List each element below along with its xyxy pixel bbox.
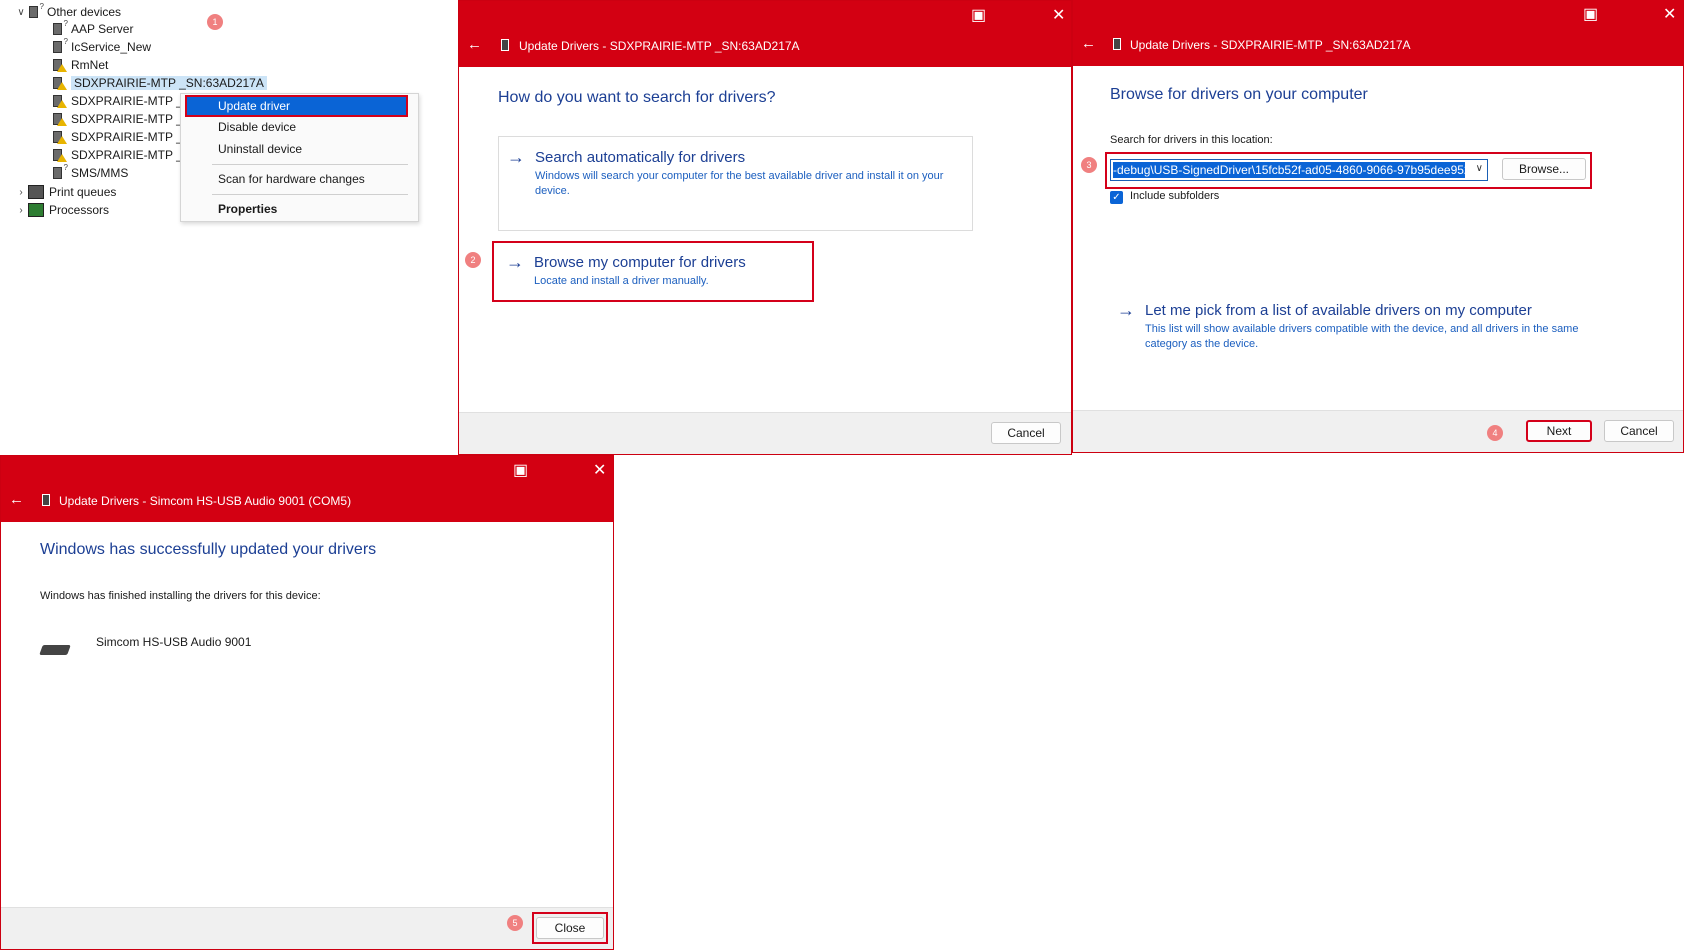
title-bar: ▣ ✕ ← Update Drivers - SDXPRAIRIE-MTP _S… (1073, 0, 1683, 66)
chevron-right-icon[interactable]: › (14, 205, 28, 216)
tree-device-label: SDXPRAIRIE-MTP _S (71, 130, 191, 144)
highlight-frame (532, 912, 608, 944)
tree-device-label: SDXPRAIRIE-MTP _S (71, 112, 191, 126)
menu-separator (212, 194, 408, 195)
menu-item-uninstall-device[interactable]: Uninstall device (181, 140, 418, 158)
update-drivers-dialog-browse: ▣ ✕ ← Update Drivers - SDXPRAIRIE-MTP _S… (1072, 0, 1684, 453)
tree-device-selected[interactable]: SDXPRAIRIE-MTP _SN:63AD217A (52, 74, 267, 92)
context-menu: Update driver Disable device Uninstall d… (180, 93, 419, 222)
close-icon[interactable]: ✕ (1052, 5, 1065, 25)
dialog-caption: Update Drivers - Simcom HS-USB Audio 900… (59, 494, 352, 508)
dialog-heading: Browse for drivers on your computer (1110, 86, 1368, 103)
unknown-device-icon: ? (28, 2, 44, 19)
option-pick-from-list[interactable]: → Let me pick from a list of available d… (1113, 290, 1633, 350)
minimize-window-icon[interactable]: ▣ (513, 460, 528, 480)
back-arrow-icon[interactable]: ← (467, 36, 482, 53)
tree-device[interactable]: ? SMS/MMS (52, 163, 129, 182)
option-title: Let me pick from a list of available dri… (1145, 302, 1532, 319)
tree-device[interactable]: SDXPRAIRIE-MTP _S (52, 92, 191, 110)
step-badge-2: 2 (465, 252, 481, 268)
tree-device-label: SMS/MMS (71, 166, 129, 180)
chevron-down-icon[interactable]: ∨ (14, 7, 28, 18)
device-name: Simcom HS-USB Audio 9001 (96, 635, 252, 649)
warning-device-icon (52, 76, 67, 90)
menu-item-properties[interactable]: Properties (181, 200, 418, 218)
unknown-device-icon: ? (52, 37, 68, 54)
tree-device[interactable]: SDXPRAIRIE-MTP _S (52, 146, 191, 164)
back-arrow-icon[interactable]: ← (1081, 35, 1096, 52)
tree-device-label: SDXPRAIRIE-MTP _S (71, 148, 191, 162)
cancel-button[interactable]: Cancel (991, 422, 1061, 444)
highlight-frame (1105, 152, 1592, 189)
tree-device[interactable]: SDXPRAIRIE-MTP _S (52, 128, 191, 146)
minimize-window-icon[interactable]: ▣ (971, 5, 986, 25)
tree-group-processors[interactable]: › Processors (14, 201, 109, 219)
option-description: Windows will search your computer for th… (535, 170, 944, 197)
arrow-right-icon: → (1117, 300, 1135, 320)
tree-device-label: SDXPRAIRIE-MTP _S (71, 94, 191, 108)
menu-separator (212, 164, 408, 165)
warning-device-icon (52, 94, 67, 108)
processor-icon (28, 203, 44, 217)
dialog-heading: Windows has successfully updated your dr… (40, 541, 377, 558)
tree-group-label: Other devices (47, 5, 122, 19)
dialog-heading: How do you want to search for drivers? (498, 89, 776, 106)
warning-device-icon (52, 130, 67, 144)
step-badge-3: 3 (1081, 157, 1097, 173)
option-search-automatically[interactable]: → Search automatically for drivers Windo… (498, 136, 973, 231)
title-bar: ▣ ✕ ← Update Drivers - Simcom HS-USB Aud… (1, 456, 613, 522)
chevron-right-icon[interactable]: › (14, 187, 28, 198)
include-subfolders-label: Include subfolders (1130, 190, 1220, 202)
step-badge-4: 4 (1487, 425, 1503, 441)
back-arrow-icon[interactable]: ← (9, 491, 24, 508)
close-icon[interactable]: ✕ (1663, 4, 1676, 24)
menu-item-scan-hardware[interactable]: Scan for hardware changes (181, 170, 418, 188)
tree-group-label: Processors (49, 203, 110, 217)
dialog-caption: Update Drivers - SDXPRAIRIE-MTP _SN:63AD… (1130, 38, 1411, 52)
close-icon[interactable]: ✕ (593, 460, 606, 480)
minimize-window-icon[interactable]: ▣ (1583, 4, 1598, 24)
dialog-footer: Cancel (459, 412, 1071, 454)
warning-device-icon (52, 58, 67, 72)
tree-group-print-queues[interactable]: › Print queues (14, 183, 116, 201)
location-label: Search for drivers in this location: (1110, 134, 1273, 146)
device-icon (501, 39, 509, 51)
option-description: This list will show available drivers co… (1145, 323, 1579, 350)
tree-device[interactable]: ? AAP Server (52, 19, 134, 38)
menu-item-update-driver[interactable]: Update driver (185, 95, 408, 117)
finished-message: Windows has finished installing the driv… (40, 590, 321, 602)
unknown-device-icon: ? (52, 19, 68, 36)
tree-device-label: SDXPRAIRIE-MTP _SN:63AD217A (71, 76, 267, 90)
dialog-footer: Next Cancel (1073, 410, 1683, 452)
arrow-right-icon: → (507, 147, 525, 167)
usb-device-icon (39, 645, 71, 655)
tree-group-label: Print queues (49, 185, 117, 199)
tree-device[interactable]: SDXPRAIRIE-MTP _S (52, 110, 191, 128)
tree-device-label: IcService_New (71, 40, 152, 54)
step-badge-1: 1 (207, 14, 223, 30)
step-badge-5: 5 (507, 915, 523, 931)
title-bar: ▣ ✕ ← Update Drivers - SDXPRAIRIE-MTP _S… (459, 1, 1071, 67)
tree-device[interactable]: ? IcService_New (52, 37, 152, 56)
option-title: Search automatically for drivers (535, 149, 746, 166)
printer-icon (28, 185, 44, 199)
device-icon (42, 494, 50, 506)
dialog-caption: Update Drivers - SDXPRAIRIE-MTP _SN:63AD… (519, 39, 800, 53)
include-subfolders-checkbox[interactable]: ✓ (1110, 191, 1123, 204)
update-drivers-dialog-search: ▣ ✕ ← Update Drivers - SDXPRAIRIE-MTP _S… (458, 0, 1072, 455)
next-button[interactable]: Next (1526, 420, 1592, 442)
unknown-device-icon: ? (52, 163, 68, 180)
tree-device-label: AAP Server (71, 22, 134, 36)
tree-device[interactable]: RmNet (52, 56, 108, 74)
highlight-frame (492, 241, 814, 302)
device-icon (1113, 38, 1121, 50)
warning-device-icon (52, 148, 67, 162)
menu-item-disable-device[interactable]: Disable device (181, 118, 418, 136)
warning-device-icon (52, 112, 67, 126)
tree-device-label: RmNet (71, 58, 109, 72)
cancel-button[interactable]: Cancel (1604, 420, 1674, 442)
update-drivers-dialog-success: ▣ ✕ ← Update Drivers - Simcom HS-USB Aud… (0, 455, 614, 950)
